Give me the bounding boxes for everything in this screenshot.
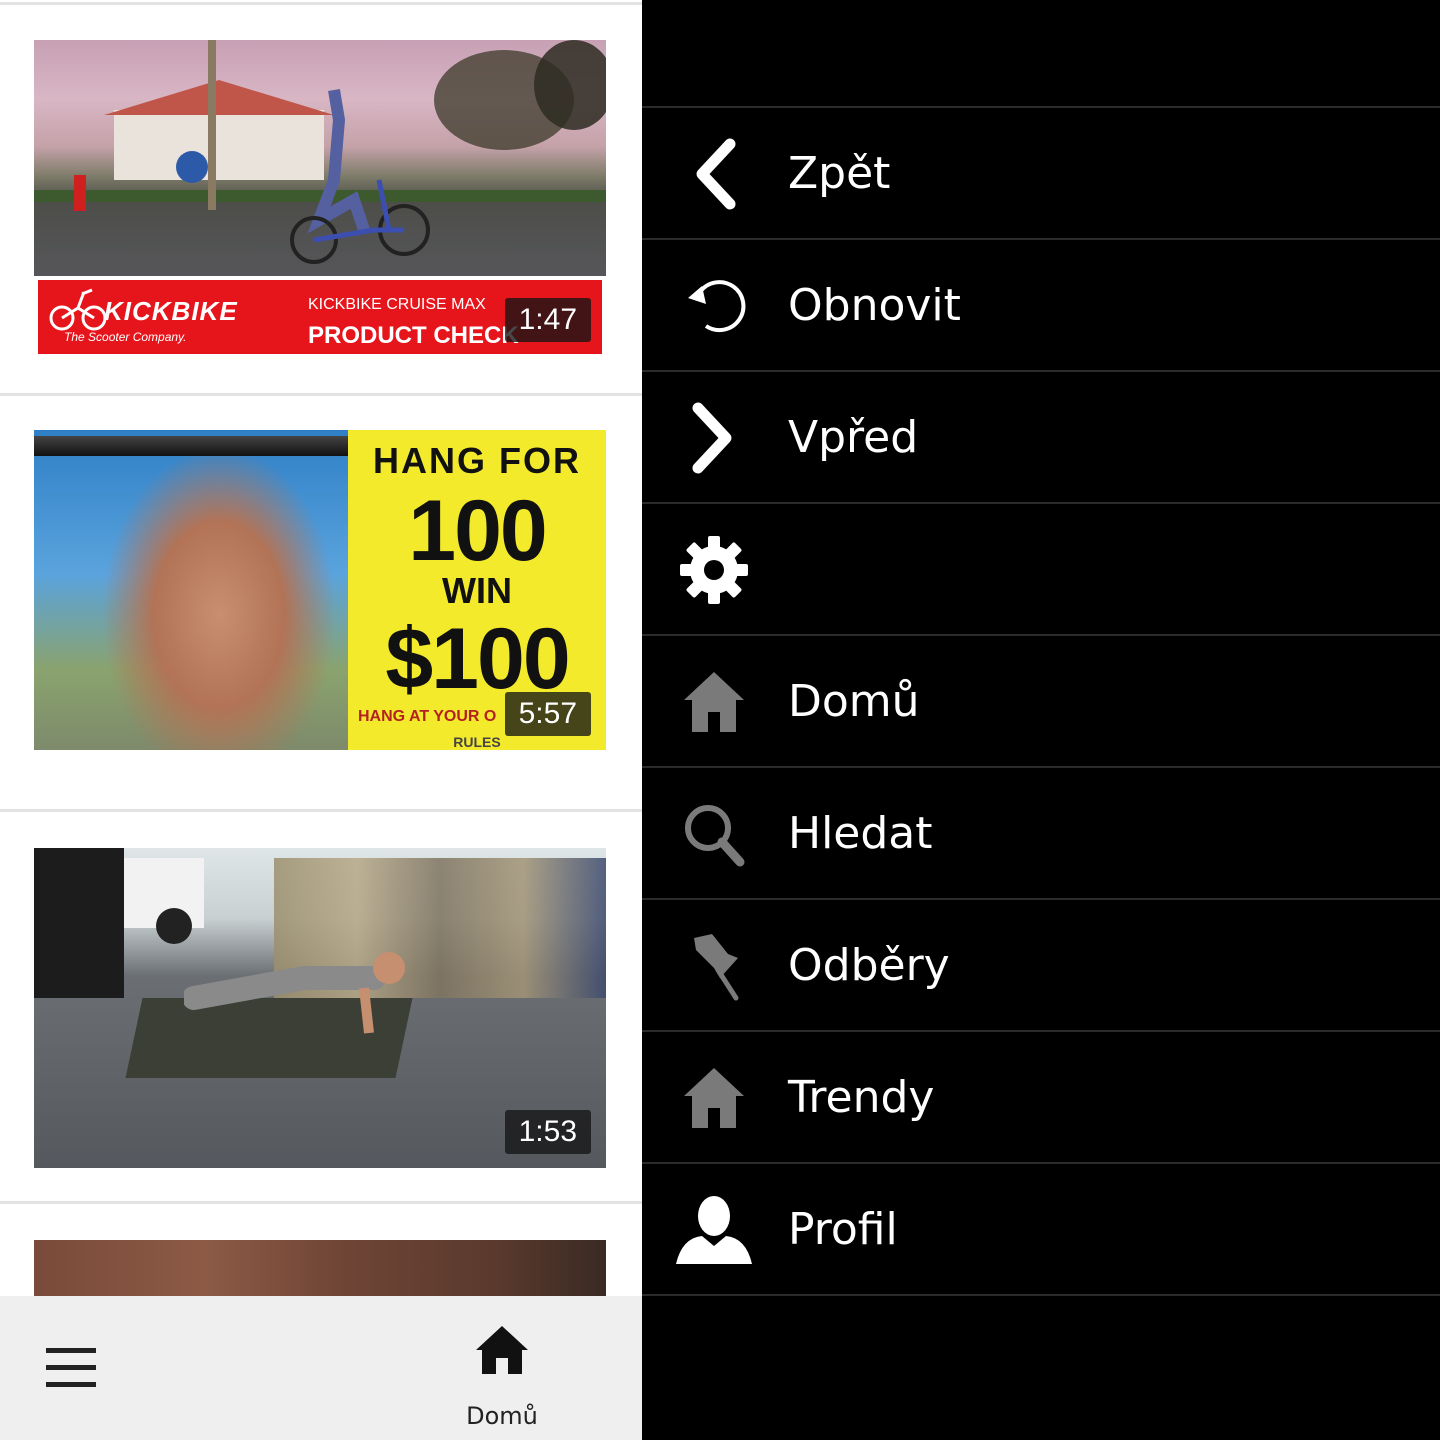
menu-item-home[interactable]: Domů [642, 636, 1440, 768]
bottom-nav-bar: Domů [0, 1296, 642, 1440]
menu-item-label: Odběry [788, 940, 950, 991]
side-drawer: Zpět Obnovit Vpřed Domů Hledat Odběry Tr… [642, 0, 1440, 1440]
banner-subtitle: KICKBIKE CRUISE MAX [308, 296, 486, 313]
thumbnail-photo [34, 40, 606, 276]
home-icon [684, 672, 744, 732]
thumbnail-person [184, 952, 405, 1034]
home-icon [476, 1326, 528, 1374]
home-icon [684, 1068, 744, 1128]
sign-text: RULES [453, 734, 501, 750]
menu-item-trending[interactable]: Trendy [642, 1032, 1440, 1164]
menu-item-settings[interactable] [642, 504, 1440, 636]
brand-tagline: The Scooter Company. [64, 330, 187, 344]
gear-icon [680, 536, 748, 604]
video-duration: 5:57 [504, 692, 591, 736]
sign-text: HANG FOR [373, 440, 581, 481]
menu-item-label: Domů [788, 676, 920, 727]
hamburger-icon[interactable] [46, 1348, 96, 1388]
banner-title: PRODUCT CHECK [308, 322, 519, 349]
menu-item-label: Vpřed [788, 412, 919, 463]
menu-item-profile[interactable]: Profil [642, 1164, 1440, 1296]
refresh-icon [688, 280, 746, 333]
drawer-header [642, 0, 1440, 108]
menu-item-label: Profil [788, 1204, 898, 1255]
menu-item-label: Obnovit [788, 280, 961, 331]
menu-item-search[interactable]: Hledat [642, 768, 1440, 900]
app-root: KICKBIKE The Scooter Company. KICKBIKE C… [0, 0, 1440, 1440]
video-thumbnail[interactable] [34, 1240, 606, 1296]
sign-text: 100 [408, 483, 548, 579]
menu-item-back[interactable]: Zpět [642, 108, 1440, 240]
user-icon [676, 1196, 752, 1264]
sign-text: WIN [442, 570, 512, 611]
video-card[interactable]: HANG FOR 100 WIN $100 HANG AT YOUR O RUL… [0, 396, 642, 812]
video-card[interactable]: 1:53 [0, 812, 642, 1204]
chevron-left-icon [696, 138, 736, 210]
thumbnail-scene [34, 40, 606, 264]
menu-item-subscriptions[interactable]: Odběry [642, 900, 1440, 1032]
menu-item-forward[interactable]: Vpřed [642, 372, 1440, 504]
video-thumbnail[interactable]: 1:53 [34, 848, 606, 1168]
video-duration: 1:47 [504, 298, 591, 342]
menu-item-label: Hledat [788, 808, 933, 859]
video-thumbnail[interactable]: KICKBIKE The Scooter Company. KICKBIKE C… [34, 40, 606, 356]
video-card[interactable]: KICKBIKE The Scooter Company. KICKBIKE C… [0, 0, 642, 396]
nav-tab-label: Domů [466, 1402, 538, 1430]
pin-icon [694, 934, 739, 1001]
thumbnail-pullup-bar [34, 436, 354, 456]
menu-item-refresh[interactable]: Obnovit [642, 240, 1440, 372]
search-icon [685, 805, 745, 867]
thumbnail-person [104, 450, 334, 750]
video-thumbnail[interactable]: HANG FOR 100 WIN $100 HANG AT YOUR O RUL… [34, 430, 606, 750]
brand-logo-text: KICKBIKE [104, 296, 238, 326]
menu-item-label: Zpět [788, 148, 891, 199]
chevron-right-icon [692, 402, 732, 474]
video-feed[interactable]: KICKBIKE The Scooter Company. KICKBIKE C… [0, 0, 642, 1440]
nav-tab-home[interactable]: Domů [440, 1316, 564, 1436]
menu-item-label: Trendy [788, 1072, 935, 1123]
kickbike-logo-icon [49, 288, 107, 331]
video-duration: 1:53 [504, 1110, 591, 1154]
